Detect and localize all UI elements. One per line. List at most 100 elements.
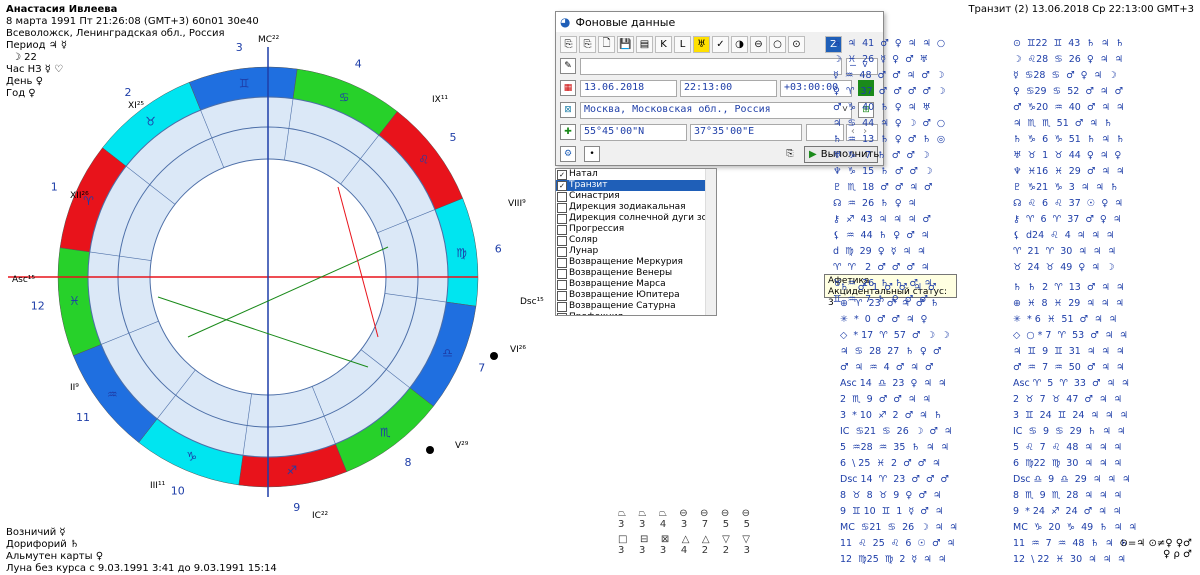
table-row: ◇ ○ * 7 ♈ 53 ♂ ♃ ♃ xyxy=(1013,330,1128,341)
edit-icon[interactable]: ✎ xyxy=(560,58,576,74)
table-row: ☊ ♌ 6 ♌ 37 ☉ ♀ ♃ xyxy=(1013,198,1123,209)
toolbar-button-9[interactable]: ✓ xyxy=(712,36,729,53)
zodiac-sign-label: ♌ xyxy=(418,153,429,167)
chart-type-item[interactable]: Возвращение Марса xyxy=(556,279,716,290)
toolbar-button-8[interactable]: ♅ xyxy=(693,36,710,53)
house-number: 10 xyxy=(171,485,185,498)
chart-type-item[interactable]: Дирекция солнечной дуги зодиак xyxy=(556,213,716,224)
checkbox[interactable] xyxy=(557,224,567,235)
chart-type-item[interactable]: Возвращение Венеры xyxy=(556,268,716,279)
chart-type-item[interactable]: Возвращение Юпитера xyxy=(556,290,716,301)
table-row: ♄ ♃ 41 ♂ ♀ ♃ ♃ ○ xyxy=(833,38,946,49)
dialog-titlebar[interactable]: ◕ Фоновые данные xyxy=(556,12,883,32)
aspect-glyph: △ xyxy=(681,534,690,545)
calendar-icon[interactable]: ▦ xyxy=(560,80,576,96)
chart-type-item[interactable]: Профекция xyxy=(556,312,716,315)
aspect-glyph: ⏢ xyxy=(618,508,626,519)
checkbox[interactable] xyxy=(557,301,567,312)
copy-icon[interactable]: ⎘ xyxy=(782,146,798,162)
zodiac-sign-label: ♋ xyxy=(339,91,350,105)
table-row: ☽ ♌28 ♋ 26 ♀ ♃ ♃ xyxy=(1013,54,1123,65)
checkbox[interactable] xyxy=(557,257,567,268)
chart-type-item[interactable]: Синастрия xyxy=(556,191,716,202)
date-field[interactable]: 13.06.2018 xyxy=(580,80,677,97)
settings-icon[interactable]: ⚙ xyxy=(560,146,576,162)
checkbox[interactable] xyxy=(557,202,567,213)
toolbar-button-13[interactable]: ⊙ xyxy=(788,36,805,53)
table-row: 11 ♒ 7 ♒ 48 ♄ ♃ ♄ xyxy=(1013,538,1129,549)
toolbar-button-4[interactable]: 💾 xyxy=(617,36,634,53)
chart-type-label: Прогрессия xyxy=(569,224,625,234)
toolbar-button-11[interactable]: ⊖ xyxy=(750,36,767,53)
house-number: 6 xyxy=(495,242,502,255)
chart-type-label: Возвращение Сатурна xyxy=(569,301,676,311)
chart-type-item[interactable]: Лунар xyxy=(556,246,716,257)
checkbox[interactable] xyxy=(557,246,567,257)
chart-type-label: Профекция xyxy=(569,312,623,315)
aspect-count: 5 xyxy=(722,519,730,530)
toolbar-button-10[interactable]: ◑ xyxy=(731,36,748,53)
aspect-glyph: ⊖ xyxy=(720,508,730,519)
table-row: 3 * 10 ♐ 2 ♂ ♃ ♄ xyxy=(840,410,943,421)
house-number: 3 xyxy=(236,41,243,54)
chart-type-label: Дирекция зодиакальная xyxy=(569,202,686,212)
house-number: 9 xyxy=(293,501,300,514)
aspect-glyph: ⊟ xyxy=(639,534,649,545)
table-row: d ♍ 29 ♀ ☿ ♃ ♃ xyxy=(833,246,926,257)
checkbox[interactable] xyxy=(557,213,567,224)
aspect-glyph: △ xyxy=(701,534,710,545)
map-icon[interactable]: ⊠ xyxy=(560,102,576,118)
latitude-field[interactable]: 55°45'00"N xyxy=(580,124,687,141)
toolbar-button-12[interactable]: ○ xyxy=(769,36,786,53)
chart-type-item[interactable]: Соляр xyxy=(556,235,716,246)
toolbar-button-6[interactable]: K xyxy=(655,36,672,53)
house-number: 5 xyxy=(450,131,457,144)
chart-type-item[interactable]: Возвращение Сатурна xyxy=(556,301,716,312)
table-row: ♄ ♒ 13 ♄ ♀ ♂ ♄ ◎ xyxy=(833,134,946,145)
checkbox[interactable]: ✓ xyxy=(557,180,567,191)
list-scrollbar[interactable] xyxy=(705,169,716,315)
city-field[interactable]: Москва, Московская обл., Россия ˅ xyxy=(580,102,852,119)
table-row: ✳ * 0 ♂ ♂ ♃ ♀ xyxy=(840,314,928,325)
checkbox[interactable] xyxy=(557,235,567,246)
horoscope-wheel[interactable]: ♈♉♊♋♌♍♎♏♐♑♒♓123456789101112Asc¹⁵Dsc¹⁵MC²… xyxy=(0,30,545,525)
cusp-label: Asc¹⁵ xyxy=(12,275,35,285)
checkbox[interactable]: ✓ xyxy=(557,169,567,180)
checkbox[interactable] xyxy=(557,268,567,279)
table-row: ⚷ ♈ 6 ♈ 37 ♂ ♀ ♃ xyxy=(1013,214,1122,225)
checkbox[interactable] xyxy=(557,312,567,315)
chart-type-item[interactable]: ✓ Натал xyxy=(556,169,716,180)
toolbar-button-5[interactable]: ▤ xyxy=(636,36,653,53)
toolbar-button-2[interactable]: ⎘ xyxy=(579,36,596,53)
longitude-field[interactable]: 37°35'00"E xyxy=(690,124,802,141)
aspect-count: 5 xyxy=(743,519,750,530)
chart-type-item[interactable]: Дирекция зодиакальная xyxy=(556,202,716,213)
checkbox[interactable] xyxy=(557,290,567,301)
checkbox[interactable] xyxy=(557,279,567,290)
cusp-label: VI²⁶ xyxy=(510,345,526,355)
table-row: 5 ♌ 7 ♌ 48 ♃ ♃ ♃ xyxy=(1013,442,1123,453)
house-number: 8 xyxy=(404,456,411,469)
zodiac-sign-label: ♏ xyxy=(380,426,391,440)
chart-type-list[interactable]: ✓ Натал ✓ Транзит Синастрия Дирекция зодиакал… xyxy=(555,168,717,316)
toolbar-button-7[interactable]: L xyxy=(674,36,691,53)
toolbar-button-3[interactable]: 🗋 xyxy=(598,36,615,53)
city-value: Москва, Московская обл., Россия xyxy=(584,104,771,115)
name-field[interactable] xyxy=(580,58,842,75)
chart-type-item[interactable]: ✓ Транзит xyxy=(556,180,716,191)
house-number: 2 xyxy=(125,86,132,99)
time-field[interactable]: 22:13:00 xyxy=(680,80,777,97)
coords-icon[interactable]: ✚ xyxy=(560,124,576,140)
aspect-summary: ⏢ ⏢ ⏢ ⊖ ⊖ ⊖ ⊖ 3 3 4 3 7 5 5 □ ⊟ ⊠ △ △ ▽ ▽ 3 3 3 4 2 2 3 xyxy=(618,508,750,556)
toolbar-button-1[interactable]: ⎘ xyxy=(560,36,577,53)
table-row: ⚸ d24 ♌ 4 ♃ ♃ ♃ xyxy=(1013,230,1115,241)
chart-type-item[interactable]: Прогрессия xyxy=(556,224,716,235)
dialog-title: Фоновые данные xyxy=(575,15,676,29)
table-row: ♇ ♏ 18 ♂ ♂ ♃ ♂ xyxy=(833,182,933,193)
checkbox[interactable] xyxy=(557,191,567,202)
dot-toggle[interactable]: • xyxy=(584,146,600,162)
table-row: 12 ♍25 ♍ 2 ☿ ♃ ♃ xyxy=(840,554,947,565)
chart-type-item[interactable]: Возвращение Меркурия xyxy=(556,257,716,268)
natal-house-table: ♄ ♂ 1 ♂ ♂ ♃ ♂ ⊕ ♈ 23 ♂ ♃ ♂ ♄ ✳ * 0 ♂ ♂ ♃ ♀… xyxy=(840,280,958,568)
table-row: 8 ♉ 8 ♉ 9 ♀ ♂ ♃ xyxy=(840,490,942,501)
